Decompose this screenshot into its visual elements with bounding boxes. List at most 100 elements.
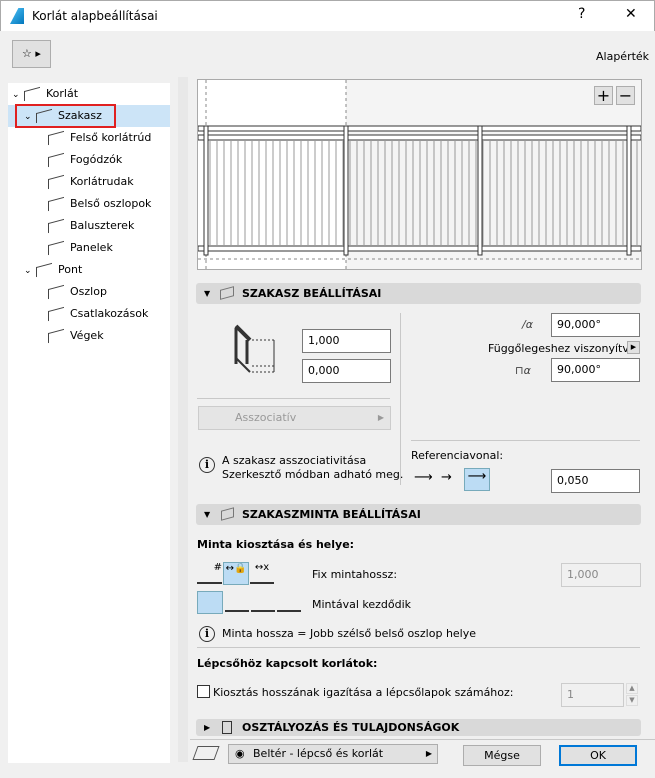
segment-icon [220,286,234,300]
ref-left-button[interactable]: ⟶ [414,470,433,485]
default-label: Alapérték [596,50,650,63]
tree-item-icon [48,218,64,234]
tree-item-label: Korlátrudak [70,175,134,188]
angle-icon: /α [522,318,533,331]
post [626,125,632,256]
tree-item-icon [48,152,64,168]
relative-to-vertical-label: Függőlegeshez viszonyítva [488,342,636,355]
tree-item-label: Korlát [46,87,79,100]
pattern-free-button[interactable]: ↔x [250,562,274,584]
vertical-divider [400,313,401,485]
tree-item-label: Baluszterek [70,219,135,232]
tree-item[interactable]: Panelek [8,237,170,259]
collapse-arrow-icon: ▼ [204,510,211,519]
start-with-pattern-button[interactable] [197,591,223,614]
selection-highlight [15,104,116,128]
pattern-fixed-button[interactable]: ↔🔒 [223,562,249,585]
adjust-checkbox[interactable] [197,685,210,698]
window-title: Korlát alapbeállításai [32,9,158,23]
tree-item-label: Fogódzók [70,153,123,166]
post [343,125,349,256]
stair-label: Lépcsőhöz kapcsolt korlátok: [197,657,378,670]
reference-offset-input[interactable]: 0,050 [551,469,640,493]
ok-button[interactable]: OK [559,745,637,766]
offset-input[interactable]: 0,000 [302,359,391,383]
tree-item-icon [48,130,64,146]
adjust-checkbox-label[interactable]: Kiosztás hosszának igazítása a lépcsőlap… [213,686,514,699]
tree-item-label: Pont [58,263,83,276]
tree-item[interactable]: ⌄ Korlát [8,83,170,105]
section-title: OSZTÁLYOZÁS ÉS TULAJDONSÁGOK [242,721,460,734]
tree-item-icon [24,86,40,102]
divider [411,440,640,441]
post [477,125,483,256]
tree-item-icon [48,240,64,256]
app-icon [10,8,24,24]
cancel-button[interactable]: Mégse [463,745,541,766]
tree-item-icon [48,196,64,212]
info-icon: i [199,626,215,642]
reference-line-label: Referenciavonal: [411,449,504,462]
associative-info: A szakasz asszociativitása Szerkesztő mód… [222,454,403,482]
tree-item[interactable]: Baluszterek [8,215,170,237]
segment-settings-header[interactable]: ▼ SZAKASZ BEÁLLÍTÁSAI [196,283,641,304]
preview-panel[interactable]: + − [197,79,642,270]
tree-item-icon [48,284,64,300]
spin-down-button[interactable]: ▼ [626,695,638,706]
tree-item-icon [48,328,64,344]
close-button[interactable]: ✕ [625,6,637,22]
slope-angle-icon: ⊓α [515,364,531,377]
tree-item[interactable]: Végek [8,325,170,347]
spin-up-button[interactable]: ▲ [626,683,638,694]
distribution-label: Minta kiosztása és helye: [197,538,355,551]
tree-item[interactable]: Felső korlátrúd [8,127,170,149]
collapse-arrow-icon: ▼ [204,289,211,298]
pattern-count-button[interactable]: # [197,562,222,584]
chevron-down-icon[interactable]: ⌄ [12,84,24,106]
tree-item-label: Csatlakozások [70,307,149,320]
height-input[interactable]: 1,000 [302,329,391,353]
section-title: SZAKASZMINTA BEÁLLÍTÁSAI [242,508,421,521]
angle-input[interactable]: 90,000° [551,313,640,337]
tree-item[interactable]: Csatlakozások [8,303,170,325]
tree-item[interactable]: Belső oszlopok [8,193,170,215]
tree-item[interactable]: Korlátrudak [8,171,170,193]
divider [197,647,640,648]
layer-label: Beltér - lépcső és korlát [253,747,384,760]
eye-icon: ◉ [235,747,245,760]
start-end-button[interactable] [277,594,301,612]
associative-label: Asszociatív [235,411,297,424]
associative-dropdown[interactable]: Asszociatív ▶ [198,406,391,430]
classification-header[interactable]: ▶ OSZTÁLYOZÁS ÉS TULAJDONSÁGOK [196,719,641,736]
ref-right-button[interactable]: ⟶ [464,468,490,491]
riser-count-input[interactable]: 1 [561,683,624,707]
tree-item-label: Panelek [70,241,113,254]
help-button[interactable]: ? [578,6,585,22]
start-center-button[interactable] [225,594,249,612]
pattern-info: Minta hossza = Jobb szélső belső oszlop … [222,627,477,640]
relative-dropdown-button[interactable]: ▶ [627,341,640,354]
zoom-in-button[interactable]: + [594,86,613,105]
fix-length-input[interactable]: 1,000 [561,563,641,587]
railing-preview [197,80,642,269]
pattern-icon [221,507,234,521]
ref-center-button[interactable]: → [441,470,452,485]
tree-item[interactable]: ⌄ Pont [8,259,170,281]
tree-item-label: Oszlop [70,285,107,298]
tree-item[interactable]: Fogódzók [8,149,170,171]
tree-item-label: Belső oszlopok [70,197,152,210]
info-icon: i [199,457,215,473]
start-middle-button[interactable] [251,594,275,612]
slope-angle-input[interactable]: 90,000° [551,358,640,382]
pattern-settings-header[interactable]: ▼ SZAKASZMINTA BEÁLLÍTÁSAI [196,504,641,525]
settings-tree[interactable]: ⌄ Korlát ⌄ Szakasz Felső korlátrúd Fogódzók Ko… [8,83,170,763]
layer-dropdown[interactable]: ◉ Beltér - lépcső és korlát ▶ [228,744,438,764]
tree-item-label: Végek [70,329,104,342]
layers-icon [192,746,220,760]
zoom-out-button[interactable]: − [616,86,635,105]
scrollbar-track[interactable] [178,77,188,762]
chevron-down-icon[interactable]: ⌄ [24,260,36,282]
tree-item[interactable]: Oszlop [8,281,170,303]
favorites-button[interactable]: ☆ ▸ [12,40,51,68]
tree-item-icon [48,174,64,190]
